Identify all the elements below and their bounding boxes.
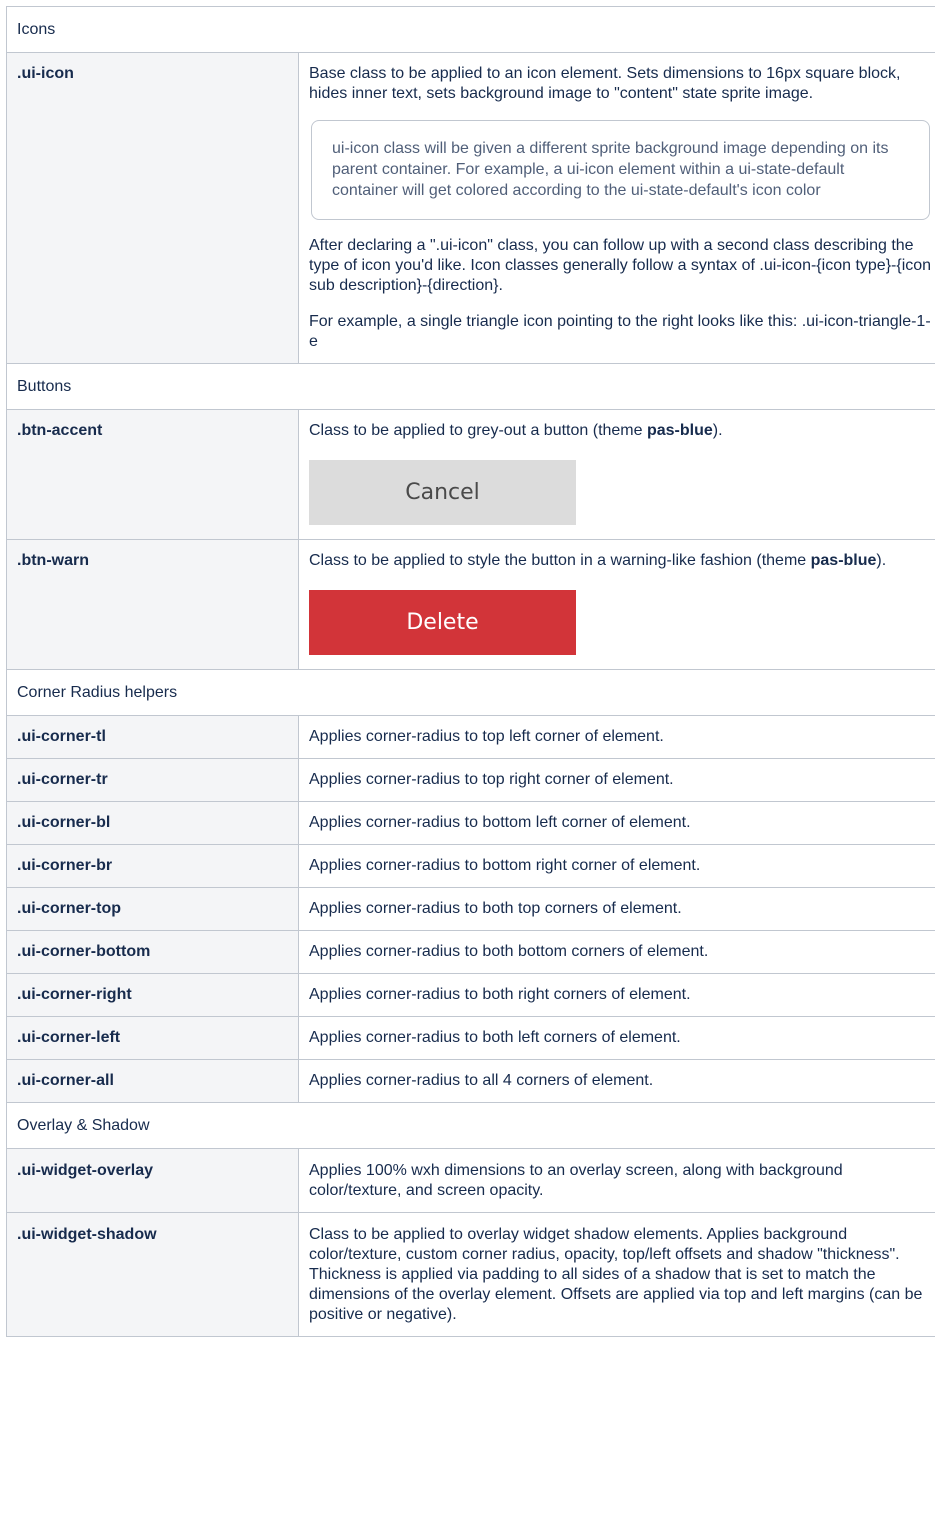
description-cell: Class to be applied to style the button …	[298, 539, 935, 670]
table-row-corner: .ui-corner-left Applies corner-radius to…	[6, 1016, 935, 1060]
class-name-cell: .ui-corner-left	[6, 1016, 299, 1060]
description-cell: Applies corner-radius to both left corne…	[298, 1016, 935, 1060]
description-cell: Applies corner-radius to both top corner…	[298, 887, 935, 931]
class-name-cell: .ui-corner-br	[6, 844, 299, 888]
class-name-cell: .ui-corner-tl	[6, 715, 299, 759]
class-name-cell: .btn-accent	[6, 409, 299, 540]
section-heading: Overlay & Shadow	[6, 1102, 935, 1149]
class-name-cell: .btn-warn	[6, 539, 299, 670]
section-row-buttons: Buttons	[6, 363, 935, 410]
table-row-corner: .ui-corner-tr Applies corner-radius to t…	[6, 758, 935, 802]
delete-button[interactable]: Delete	[309, 590, 576, 655]
section-heading: Icons	[6, 6, 935, 53]
description-cell: Applies corner-radius to both right corn…	[298, 973, 935, 1017]
description-suffix: ).	[712, 422, 723, 439]
table-row-corner: .ui-corner-br Applies corner-radius to b…	[6, 844, 935, 888]
section-heading: Buttons	[6, 363, 935, 410]
description-prefix: Class to be applied to grey-out a button…	[309, 422, 647, 439]
description-cell: Applies corner-radius to both bottom cor…	[298, 930, 935, 974]
description-cell: Base class to be applied to an icon elem…	[298, 52, 935, 364]
description-cell: Class to be applied to overlay widget sh…	[298, 1212, 935, 1337]
description-cell: Applies corner-radius to top left corner…	[298, 715, 935, 759]
table-row-corner: .ui-corner-right Applies corner-radius t…	[6, 973, 935, 1017]
class-name-cell: .ui-widget-overlay	[6, 1148, 299, 1213]
cancel-button[interactable]: Cancel	[309, 460, 576, 525]
class-name-cell: .ui-corner-bottom	[6, 930, 299, 974]
table-row-btn-accent: .btn-accent Class to be applied to grey-…	[6, 409, 935, 540]
info-panel: ui-icon class will be given a different …	[311, 120, 930, 220]
description-cell: Applies corner-radius to top right corne…	[298, 758, 935, 802]
class-name-cell: .ui-corner-top	[6, 887, 299, 931]
description-suffix: ).	[876, 552, 887, 569]
table-row-widget-shadow: .ui-widget-shadow Class to be applied to…	[6, 1212, 935, 1337]
css-class-reference-table: Icons .ui-icon Base class to be applied …	[6, 6, 935, 1337]
table-row-corner: .ui-corner-top Applies corner-radius to …	[6, 887, 935, 931]
description-text: Base class to be applied to an icon elem…	[309, 65, 901, 102]
description-text: After declaring a ".ui-icon" class, you …	[309, 237, 932, 294]
section-row-icons: Icons	[6, 6, 935, 53]
description-cell: Applies corner-radius to bottom left cor…	[298, 801, 935, 845]
table-row-corner: .ui-corner-bottom Applies corner-radius …	[6, 930, 935, 974]
table-row-corner: .ui-corner-tl Applies corner-radius to t…	[6, 715, 935, 759]
description-text: Class to be applied to grey-out a button…	[309, 421, 932, 441]
description-prefix: Class to be applied to style the button …	[309, 552, 811, 569]
description-text: For example, a single triangle icon poin…	[309, 313, 931, 350]
theme-name: pas-blue	[646, 422, 713, 439]
table-row-corner: .ui-corner-bl Applies corner-radius to b…	[6, 801, 935, 845]
description-cell: Applies corner-radius to all 4 corners o…	[298, 1059, 935, 1103]
class-name-cell: .ui-corner-right	[6, 973, 299, 1017]
theme-name: pas-blue	[810, 552, 877, 569]
class-name-cell: .ui-icon	[6, 52, 299, 364]
table-row-ui-icon: .ui-icon Base class to be applied to an …	[6, 52, 935, 364]
description-text: Class to be applied to style the button …	[309, 551, 932, 571]
class-name-cell: .ui-corner-all	[6, 1059, 299, 1103]
table-row-corner: .ui-corner-all Applies corner-radius to …	[6, 1059, 935, 1103]
section-heading: Corner Radius helpers	[6, 669, 935, 716]
description-cell: Applies corner-radius to bottom right co…	[298, 844, 935, 888]
description-cell: Class to be applied to grey-out a button…	[298, 409, 935, 540]
table-row-widget-overlay: .ui-widget-overlay Applies 100% wxh dime…	[6, 1148, 935, 1213]
section-row-corner-radius: Corner Radius helpers	[6, 669, 935, 716]
section-row-overlay: Overlay & Shadow	[6, 1102, 935, 1149]
class-name-cell: .ui-widget-shadow	[6, 1212, 299, 1337]
table-row-btn-warn: .btn-warn Class to be applied to style t…	[6, 539, 935, 670]
class-name-cell: .ui-corner-bl	[6, 801, 299, 845]
class-name-cell: .ui-corner-tr	[6, 758, 299, 802]
description-cell: Applies 100% wxh dimensions to an overla…	[298, 1148, 935, 1213]
